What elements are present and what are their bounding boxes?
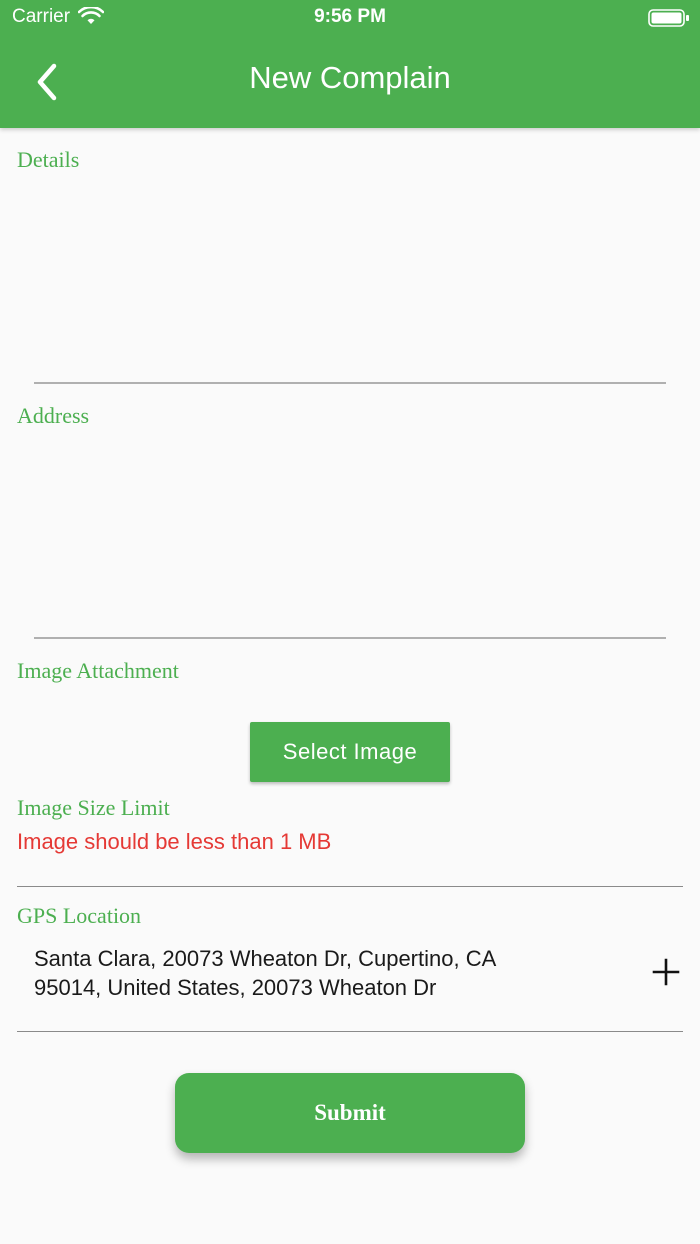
divider — [17, 886, 683, 887]
app-bar: Carrier 9:56 PM New Complain — [0, 0, 700, 128]
status-bar: Carrier 9:56 PM — [0, 0, 700, 36]
gps-address-line-2: 95014, United States, 20073 Wheaton Dr — [34, 975, 437, 1000]
page-title: New Complain — [249, 60, 451, 95]
select-image-button[interactable]: Select Image — [250, 722, 450, 782]
address-label: Address — [17, 403, 90, 428]
gps-location-label: GPS Location — [17, 903, 142, 928]
gps-address-line-1: Santa Clara, 20073 Wheaton Dr, Cupertino… — [34, 946, 497, 971]
plus-icon[interactable] — [652, 958, 680, 986]
gps-address: Santa Clara, 20073 Wheaton Dr, Cupertino… — [34, 944, 594, 1002]
details-label: Details — [17, 147, 80, 172]
details-input[interactable] — [34, 382, 666, 384]
image-size-error: Image should be less than 1 MB — [17, 829, 332, 854]
address-input[interactable] — [34, 637, 666, 639]
divider — [17, 1031, 683, 1032]
status-time: 9:56 PM — [314, 6, 386, 27]
battery-icon — [648, 9, 689, 27]
image-size-limit-label: Image Size Limit — [17, 795, 170, 820]
submit-button[interactable]: Submit — [175, 1073, 525, 1153]
image-attachment-label: Image Attachment — [17, 658, 179, 683]
